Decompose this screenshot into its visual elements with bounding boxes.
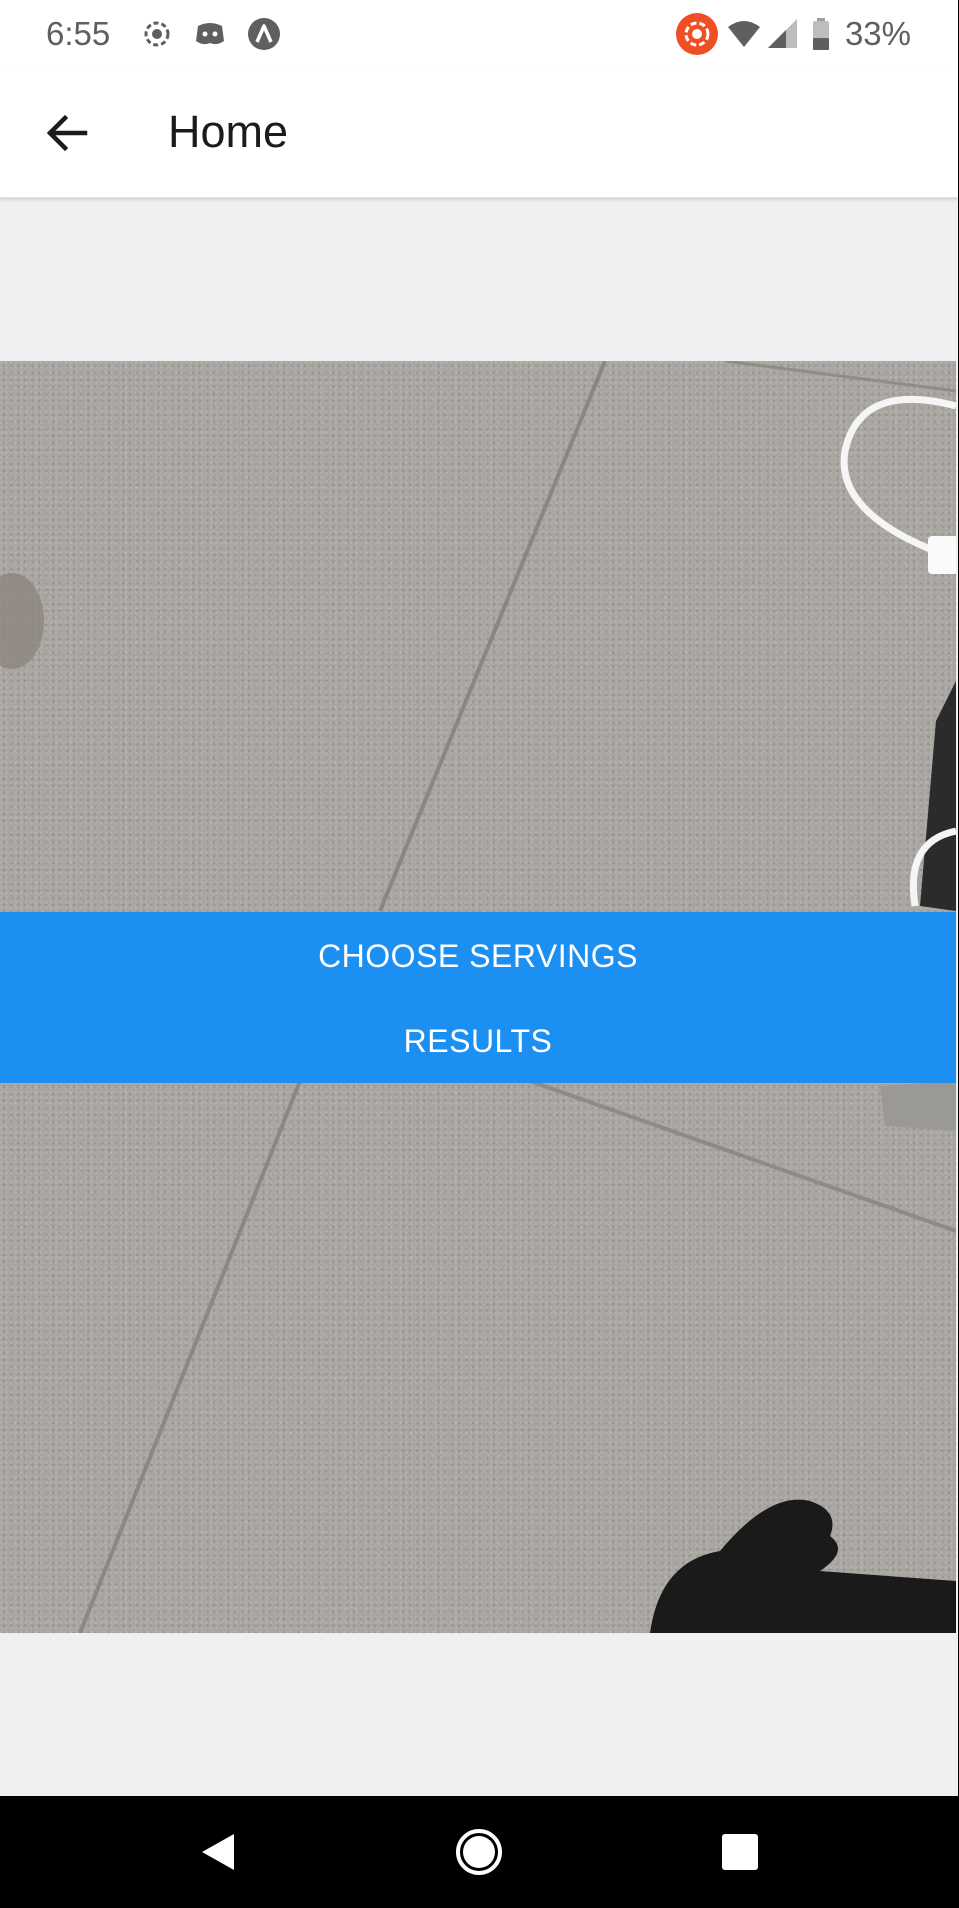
system-nav-bar [0, 1796, 959, 1908]
app-content: 6:55 33% Home CHOOSE SERVINGS RESULTS [0, 0, 958, 1796]
autodesk-icon [248, 18, 280, 50]
screen-record-icon [144, 21, 170, 47]
app-bar: Home [0, 70, 958, 198]
choose-servings-button[interactable]: CHOOSE SERVINGS [0, 912, 956, 997]
arrow-back-icon [46, 114, 88, 152]
cell-signal-icon [768, 19, 797, 48]
results-button[interactable]: RESULTS [0, 998, 956, 1083]
back-triangle-icon [202, 1834, 234, 1870]
status-bar: 6:55 33% [0, 0, 958, 70]
action-bar: CHOOSE SERVINGS RESULTS [0, 912, 956, 1083]
home-circle-icon [456, 1829, 502, 1875]
page-title: Home [168, 106, 289, 157]
battery-percent: 33% [844, 15, 911, 52]
nav-home-button[interactable] [449, 1822, 509, 1882]
recents-square-icon [722, 1834, 758, 1870]
nav-recents-button[interactable] [710, 1822, 770, 1882]
status-time: 6:55 [46, 15, 111, 52]
camera-preview[interactable]: CHOOSE SERVINGS RESULTS [0, 361, 956, 1633]
nav-back-button[interactable] [188, 1822, 248, 1882]
back-button[interactable] [28, 94, 106, 172]
discord-icon [196, 23, 224, 45]
wifi-icon [728, 21, 760, 47]
battery-icon [813, 18, 829, 50]
screen: 6:55 33% Home CHOOSE SERVINGS RESULTS [0, 0, 959, 1908]
cast-icon [676, 13, 718, 55]
